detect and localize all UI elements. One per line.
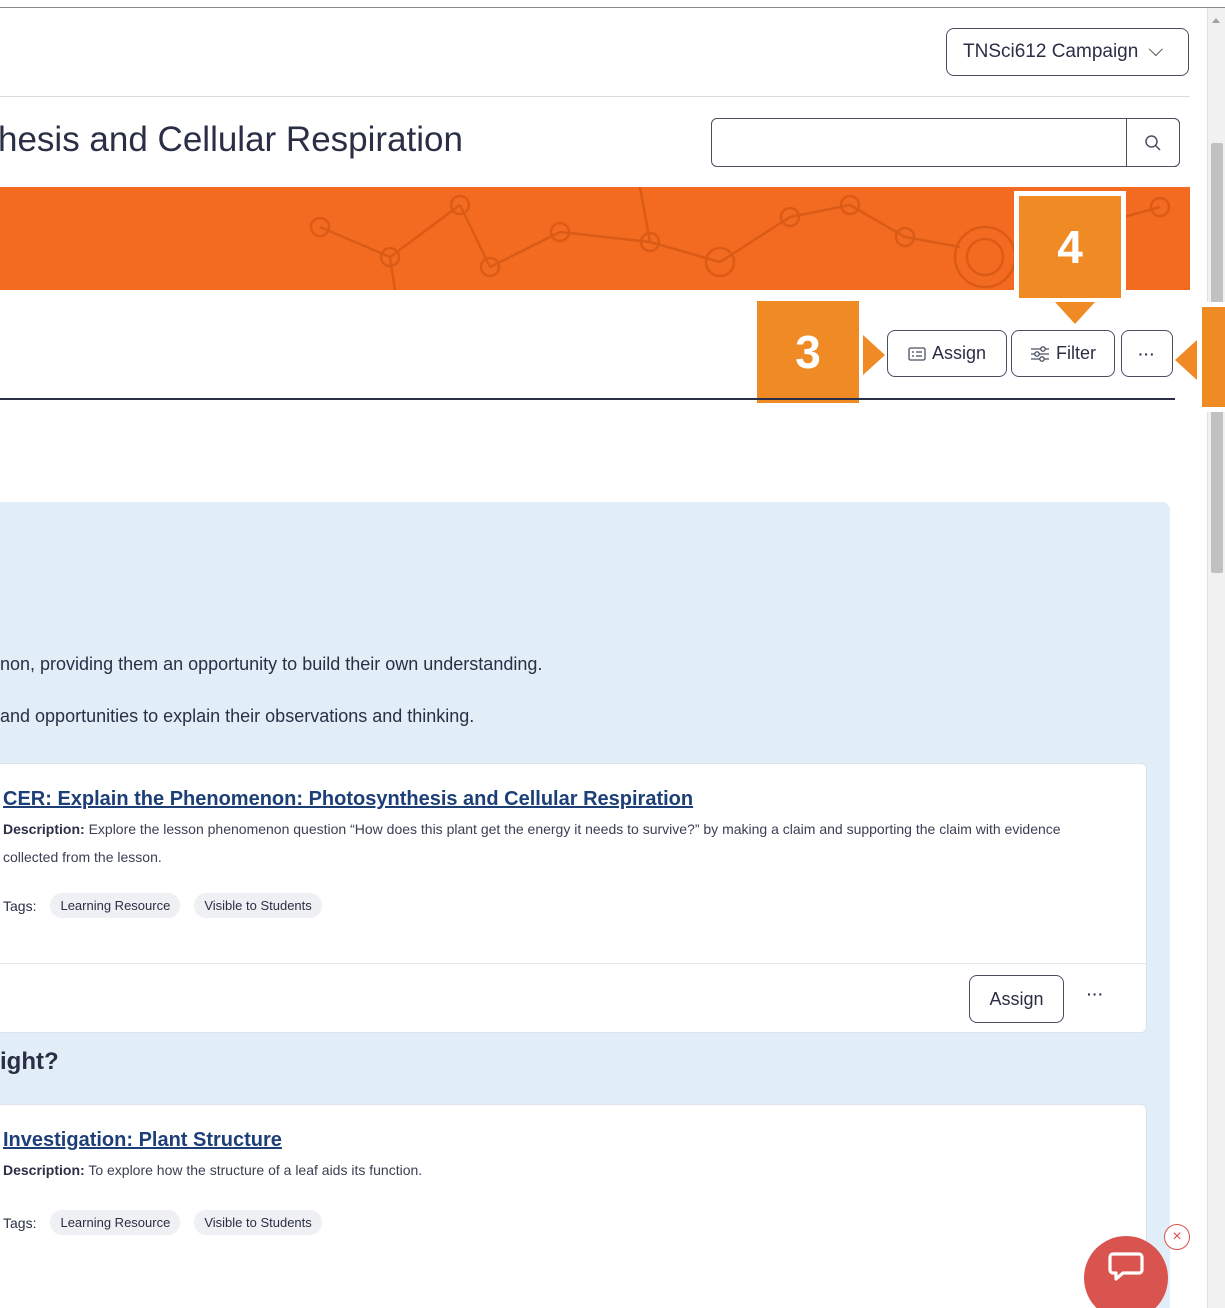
- filter-button-label: Filter: [1056, 343, 1096, 363]
- card-divider: [0, 963, 1146, 964]
- callout-pointer: [863, 335, 885, 375]
- header-divider: [0, 96, 1190, 97]
- resource-description: Description: Explore the lesson phenomen…: [3, 815, 1103, 871]
- resource-title-link[interactable]: Investigation: Plant Structure: [3, 1129, 282, 1152]
- callout-number: 3: [795, 326, 821, 378]
- assign-button[interactable]: Assign: [887, 330, 1007, 377]
- campaign-dropdown-label: TNSci612 Campaign: [963, 41, 1139, 62]
- campaign-dropdown[interactable]: TNSci612 Campaign: [946, 28, 1189, 76]
- callout-pointer: [1175, 340, 1197, 380]
- tag-learning-resource: Learning Resource: [50, 1210, 181, 1235]
- tags-row: Tags: Learning Resource Visible to Stude…: [3, 1210, 322, 1235]
- filter-button[interactable]: Filter: [1011, 330, 1115, 377]
- search-input[interactable]: [711, 118, 1180, 167]
- section-heading: ight?: [0, 1048, 59, 1075]
- description-label: Description:: [3, 821, 85, 837]
- description-label: Description:: [3, 1162, 85, 1178]
- callout-number: 4: [1057, 221, 1083, 273]
- chat-bubble-icon: [1108, 1252, 1144, 1281]
- tags-row: Tags: Learning Resource Visible to Stude…: [3, 893, 322, 918]
- tags-label: Tags:: [3, 1214, 37, 1231]
- filter-sliders-icon: [1030, 345, 1050, 362]
- callout-marker-5: [1175, 302, 1225, 412]
- callout-marker-3: 3: [752, 296, 885, 408]
- resource-card: CER: Explain the Phenomenon: Photosynthe…: [0, 763, 1147, 1033]
- molecule-pattern-graphic: [309, 187, 1171, 290]
- vertical-scrollbar[interactable]: [1207, 8, 1225, 1308]
- callout-pointer: [1055, 302, 1095, 324]
- description-text: Explore the lesson phenomenon question “…: [3, 821, 1061, 865]
- toolbar-underline: [0, 398, 1175, 400]
- assign-button-label: Assign: [931, 343, 987, 363]
- resource-card: Investigation: Plant Structure Descripti…: [0, 1104, 1147, 1308]
- description-text: To explore how the structure of a leaf a…: [84, 1162, 423, 1178]
- search-icon: [1145, 134, 1161, 151]
- page-title: hesis and Cellular Respiration: [0, 120, 463, 159]
- tag-visible-to-students: Visible to Students: [194, 893, 322, 918]
- lesson-banner: [0, 187, 1190, 290]
- card-assign-button[interactable]: Assign: [969, 975, 1064, 1023]
- assign-list-icon: [908, 346, 926, 361]
- resource-description: Description: To explore how the structur…: [3, 1156, 1103, 1184]
- tags-label: Tags:: [3, 897, 37, 914]
- resource-title-link[interactable]: CER: Explain the Phenomenon: Photosynthe…: [3, 788, 693, 811]
- search-button[interactable]: [1126, 118, 1180, 167]
- intro-text-line: non, providing them an opportunity to bu…: [0, 654, 543, 674]
- card-more-options-button[interactable]: ···: [1087, 986, 1104, 1002]
- tag-visible-to-students: Visible to Students: [194, 1210, 322, 1235]
- window-top-border: [0, 0, 1225, 8]
- chat-close-icon[interactable]: ×: [1164, 1224, 1190, 1250]
- more-options-icon: ···: [1138, 345, 1156, 362]
- chevron-down-icon: [1149, 42, 1164, 57]
- more-options-button[interactable]: ···: [1121, 330, 1173, 377]
- scroll-up-arrow-icon[interactable]: [1212, 18, 1220, 23]
- tag-learning-resource: Learning Resource: [50, 893, 181, 918]
- callout-marker-4: 4: [1014, 191, 1126, 324]
- intro-text-line: and opportunities to explain their obser…: [0, 706, 475, 726]
